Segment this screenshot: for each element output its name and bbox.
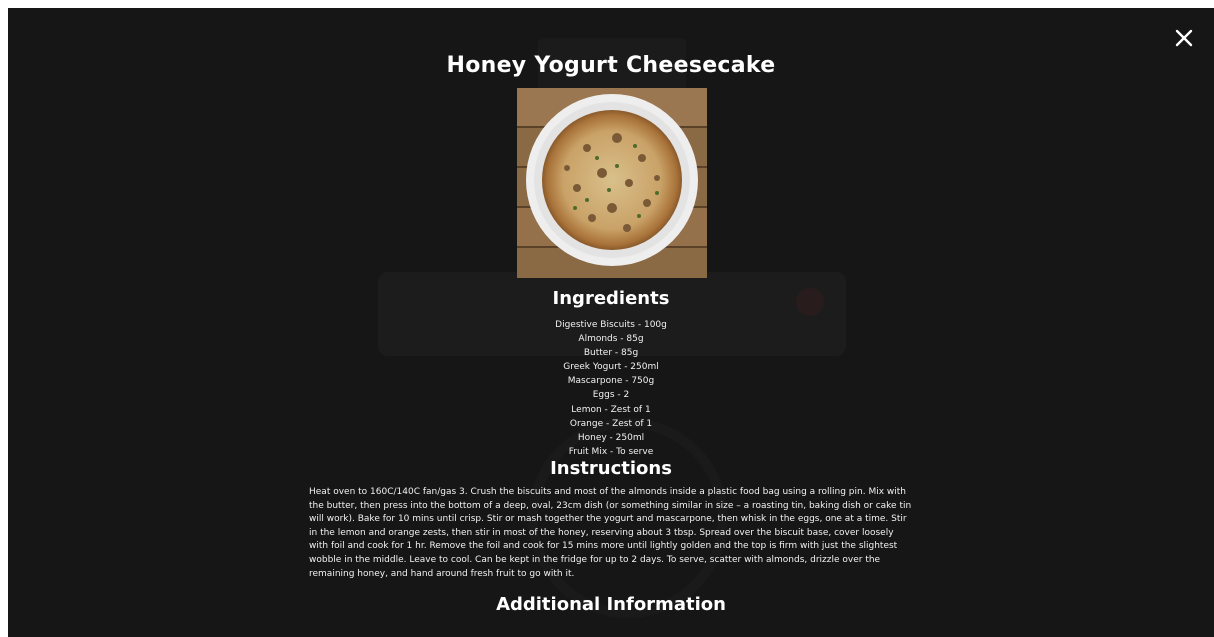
ingredient-item: Greek Yogurt - 250ml bbox=[563, 362, 659, 373]
additional-info-heading: Additional Information bbox=[496, 594, 726, 615]
close-icon bbox=[1175, 29, 1193, 47]
ingredients-heading: Ingredients bbox=[552, 288, 670, 309]
close-button[interactable] bbox=[1170, 24, 1198, 52]
ingredient-item: Eggs - 2 bbox=[592, 390, 630, 401]
instructions-heading: Instructions bbox=[550, 458, 672, 479]
ingredient-item: Butter - 85g bbox=[583, 348, 639, 359]
ingredient-item: Almonds - 85g bbox=[578, 334, 644, 345]
modal-overlay: Honey Yogurt Cheesecake Ingredients Dige… bbox=[8, 8, 1214, 637]
ingredient-item: Lemon - Zest of 1 bbox=[571, 404, 651, 415]
instructions-text: Heat oven to 160C/140C fan/gas 3. Crush … bbox=[309, 487, 912, 579]
recipe-image bbox=[517, 88, 707, 278]
ingredient-item: Orange - Zest of 1 bbox=[569, 418, 653, 429]
ingredient-item: Honey - 250ml bbox=[577, 432, 645, 443]
recipe-title: Honey Yogurt Cheesecake bbox=[446, 53, 776, 78]
ingredient-item: Mascarpone - 750g bbox=[567, 376, 655, 387]
ingredient-item: Fruit Mix - To serve bbox=[568, 446, 654, 457]
ingredients-list: Digestive Biscuits - 100g Almonds - 85g … bbox=[8, 318, 1214, 459]
ingredient-item: Digestive Biscuits - 100g bbox=[555, 320, 667, 330]
